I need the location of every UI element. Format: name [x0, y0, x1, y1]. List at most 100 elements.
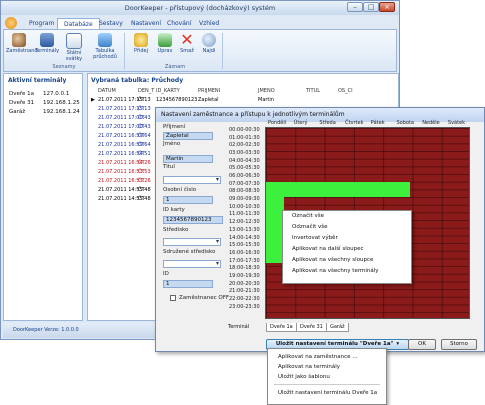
menu-apply-employees[interactable]: Aplikovat na zaměstnance ... [278, 354, 358, 360]
time-slot-label[interactable]: 00:00-00:30 [229, 127, 260, 135]
time-slot-label[interactable]: 03:00-03:30 [229, 150, 260, 158]
context-menu-item[interactable]: Invertovat výběr [283, 233, 411, 244]
time-slot-label[interactable]: 15:00-15:30 [229, 242, 260, 250]
terminal-icon [40, 33, 54, 47]
day-header[interactable]: Sobota [397, 120, 415, 126]
col-jmeno[interactable]: JMENO [258, 88, 275, 94]
context-menu-item[interactable]: Aplikovat na všechny terminály [283, 266, 411, 277]
tab-dvere-31[interactable]: Dveře 31 [296, 323, 327, 332]
day-header[interactable]: Pátek [371, 120, 385, 126]
time-slot-label[interactable]: 18:00-18:30 [229, 265, 260, 273]
day-header[interactable]: Čtvrtek [345, 120, 363, 126]
ok-button[interactable]: OK [408, 339, 436, 350]
menu-apply-terminals[interactable]: Aplikovat na terminály [278, 364, 340, 370]
cell-den: ČT [138, 160, 145, 166]
time-slot-label[interactable]: 16:00-16:30 [229, 250, 260, 258]
terminal-row[interactable]: Garáž 192.168.1.24 [9, 109, 80, 115]
col-id-karty[interactable]: ID_KARTY [156, 88, 180, 94]
records-title: Vybraná tabulka: Průchody [91, 77, 184, 84]
tab-program[interactable]: Program [23, 18, 60, 29]
col-den[interactable]: DEN_T [138, 88, 154, 94]
tab-sestavy[interactable]: Sestavy [93, 18, 129, 29]
time-slot-label[interactable]: 14:00-14:30 [229, 235, 260, 243]
prijmeni-input[interactable]: Zapletal [163, 132, 213, 140]
time-slot-label[interactable]: 19:00-19:30 [229, 273, 260, 281]
id-karty-input[interactable]: 1234567890123 [163, 216, 223, 224]
osobni-cislo-input[interactable]: 1 [163, 196, 213, 204]
maximize-button[interactable]: □ [363, 2, 379, 12]
seznamy-group-label: Seznamy [52, 64, 76, 70]
terminal-row[interactable]: Dveře 1a 127.0.0.1 [9, 91, 69, 97]
terminal-row[interactable]: Dveře 31 192.168.1.25 [9, 100, 80, 106]
pridej-button[interactable]: Přidej [128, 33, 154, 54]
menu-save-terminal[interactable]: Uložit nastavení terminálu Dveře 1a [278, 390, 377, 396]
tabulka-pruchodu-button[interactable]: Tabulka průchodů [90, 33, 120, 60]
menu-save-template[interactable]: Uložit jako šablonu [278, 374, 330, 380]
context-menu-item[interactable]: Označit vše [283, 211, 411, 222]
cancel-button[interactable]: Storno [441, 339, 477, 350]
time-slot-label[interactable]: 05:00-05:30 [229, 165, 260, 173]
app-menu-icon[interactable] [5, 17, 17, 29]
save-terminal-label: Uložit nastavení terminálu "Dveře 1a" [275, 341, 394, 347]
time-slot-label[interactable]: 08:00-08:30 [229, 188, 260, 196]
tab-vzhled[interactable]: Vzhled [193, 18, 225, 29]
time-slot-label[interactable]: 21:00-21:30 [229, 288, 260, 296]
osobni-cislo-label: Osobní číslo [163, 187, 197, 193]
time-slot-label[interactable]: 13:00-13:30 [229, 227, 260, 235]
zaznam-group-label: Záznam [164, 64, 186, 70]
context-menu-item[interactable]: Aplikovat na další sloupec [283, 244, 411, 255]
context-menu-item[interactable]: Odznačit vše [283, 222, 411, 233]
time-slot-label[interactable]: 22:00-22:30 [229, 296, 260, 304]
time-slot-label[interactable]: 06:00-06:30 [229, 173, 260, 181]
time-slot-label[interactable]: 20:00-20:30 [229, 281, 260, 289]
cell-den: ČT [138, 187, 145, 193]
close-button[interactable]: × [379, 2, 395, 12]
time-slot-label[interactable]: 23:00-23:30 [229, 304, 260, 312]
time-slot-label[interactable]: 01:00-01:30 [229, 135, 260, 143]
time-slot-label[interactable]: 12:00-12:30 [229, 219, 260, 227]
tab-chovani[interactable]: Chování [161, 18, 197, 29]
status-text: DoorKeeper Verze: 1.0.0.0 [13, 327, 79, 333]
time-slot-label[interactable]: 11:00-11:30 [229, 211, 260, 219]
zamestnanci-button[interactable]: Zaměstnanci [6, 33, 39, 54]
edit-icon [158, 33, 172, 47]
col-os-cislo[interactable]: OS_CI [338, 88, 353, 94]
cell-jmeno: Martin [258, 97, 274, 103]
titul-combo[interactable] [163, 176, 221, 184]
menu-separator [274, 384, 380, 385]
time-slot-label[interactable]: 04:00-04:30 [229, 158, 260, 166]
zamestnanec-off-label: Zaměstnanec OFF [179, 295, 230, 301]
time-slot-label[interactable]: 07:00-07:30 [229, 181, 260, 189]
jmeno-input[interactable]: Martin [163, 155, 213, 163]
tab-garaz[interactable]: Garáž [326, 323, 349, 332]
terminaly-button[interactable]: Terminály [34, 33, 60, 54]
time-slot-label[interactable]: 09:00-09:30 [229, 196, 260, 204]
day-header[interactable]: Neděle [422, 120, 440, 126]
cell-den: ČT [138, 142, 145, 148]
time-slot-label[interactable]: 17:00-17:30 [229, 258, 260, 266]
col-prijmeni[interactable]: PRIJMENI [198, 88, 220, 94]
statni-svatky-button[interactable]: Státní svátky [61, 33, 87, 62]
day-header[interactable]: Středa [319, 120, 335, 126]
sdruzene-combo[interactable] [163, 260, 221, 268]
najdi-button[interactable]: Najdi [196, 33, 222, 54]
col-titul[interactable]: TITUL [306, 88, 320, 94]
minimize-button[interactable]: – [347, 2, 363, 12]
table-row[interactable]: 21.07.2011 17:15:13 ČT 1234567890123 Zaplet… [88, 96, 398, 104]
col-datum[interactable]: DATUM [98, 88, 116, 94]
id-label: ID [163, 271, 169, 277]
id-input[interactable]: 1 [163, 280, 213, 288]
terminal-ip: 127.0.0.1 [43, 91, 70, 97]
day-header[interactable]: Pondělí [268, 120, 286, 126]
context-menu-item[interactable]: Aplikovat na všechny sloupce [283, 255, 411, 266]
day-header[interactable]: Úterý [294, 120, 308, 126]
tab-dvere-1a[interactable]: Dveře 1a [266, 323, 297, 332]
zamestnanec-off-checkbox[interactable] [170, 295, 176, 301]
cell-den: ČT [138, 178, 145, 184]
time-slot-label[interactable]: 02:00-02:30 [229, 142, 260, 150]
day-header[interactable]: Svátek [448, 120, 465, 126]
time-slot-label[interactable]: 10:00-10:30 [229, 204, 260, 212]
cell-den: ČT [138, 169, 145, 175]
stredisko-combo[interactable] [163, 238, 221, 246]
terminal-name: Dveře 31 [9, 100, 35, 106]
